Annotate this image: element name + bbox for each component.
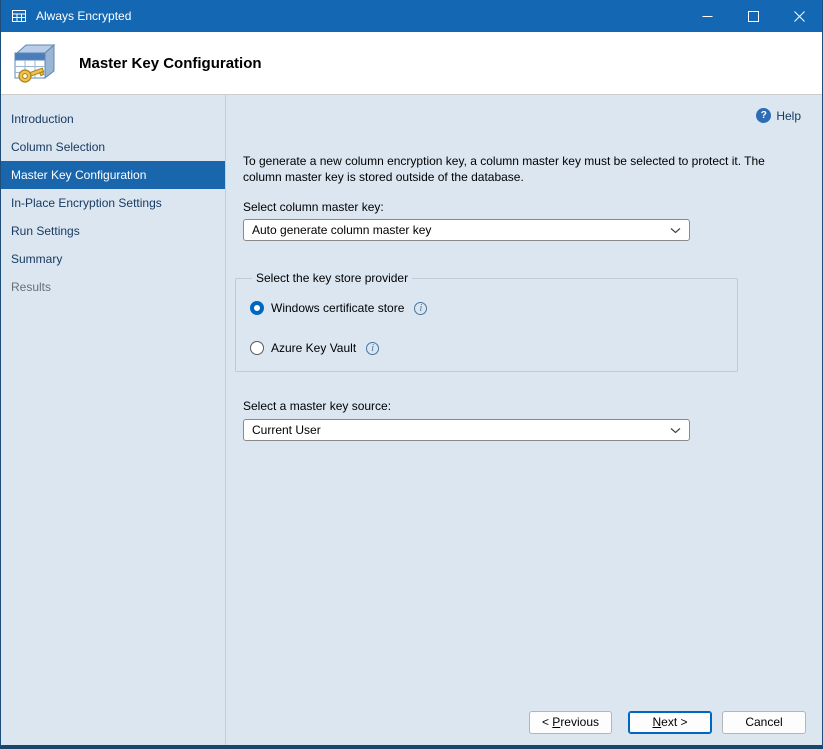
close-icon <box>794 11 805 22</box>
info-icon[interactable]: i <box>414 302 427 315</box>
app-table-icon[interactable] <box>11 8 27 24</box>
minimize-button[interactable] <box>684 0 730 32</box>
sidebar-item-in-place-encryption-settings[interactable]: In-Place Encryption Settings <box>1 189 225 217</box>
wizard-steps-sidebar: Introduction Column Selection Master Key… <box>1 95 226 745</box>
sidebar-item-master-key-configuration[interactable]: Master Key Configuration <box>1 161 225 189</box>
key-store-provider-group: Select the key store provider Windows ce… <box>235 271 738 372</box>
sidebar-item-introduction[interactable]: Introduction <box>1 105 225 133</box>
intro-text: To generate a new column encryption key,… <box>243 153 799 185</box>
next-button[interactable]: Next > <box>628 711 712 734</box>
key-store-provider-group-label: Select the key store provider <box>252 271 412 285</box>
sidebar-item-results: Results <box>1 273 225 301</box>
table-key-icon <box>11 40 57 86</box>
window-title: Always Encrypted <box>36 9 131 23</box>
column-master-key-value: Auto generate column master key <box>252 223 670 237</box>
sidebar-item-run-settings[interactable]: Run Settings <box>1 217 225 245</box>
radio-azure-key-vault[interactable]: Azure Key Vault i <box>250 341 725 355</box>
help-label: Help <box>776 109 801 123</box>
cancel-button[interactable]: Cancel <box>722 711 806 734</box>
chevron-down-icon <box>670 227 681 234</box>
master-key-source-dropdown[interactable]: Current User <box>243 419 690 441</box>
radio-windows-certificate-store[interactable]: Windows certificate store i <box>250 301 725 315</box>
column-master-key-label: Select column master key: <box>243 200 822 214</box>
chevron-down-icon <box>670 427 681 434</box>
maximize-button[interactable] <box>730 0 776 32</box>
master-key-source-value: Current User <box>252 423 670 437</box>
column-master-key-dropdown[interactable]: Auto generate column master key <box>243 219 690 241</box>
help-icon: ? <box>756 108 771 123</box>
radio-unselected-icon <box>250 341 264 355</box>
previous-button[interactable]: < Previous <box>529 711 612 734</box>
titlebar[interactable]: Always Encrypted <box>1 0 822 32</box>
page-title: Master Key Configuration <box>79 55 262 72</box>
azure-key-vault-label: Azure Key Vault <box>271 341 356 355</box>
wizard-header: Master Key Configuration <box>1 32 822 95</box>
sidebar-item-summary[interactable]: Summary <box>1 245 225 273</box>
minimize-icon <box>702 11 713 22</box>
close-button[interactable] <box>776 0 822 32</box>
info-icon[interactable]: i <box>366 342 379 355</box>
maximize-icon <box>748 11 759 22</box>
sidebar-item-column-selection[interactable]: Column Selection <box>1 133 225 161</box>
always-encrypted-wizard-window: Always Encrypted <box>0 0 823 749</box>
windows-certificate-store-label: Windows certificate store <box>271 301 404 315</box>
help-link[interactable]: ? Help <box>226 108 801 123</box>
wizard-footer: < Previous Next > Cancel <box>226 699 822 745</box>
master-key-source-label: Select a master key source: <box>243 399 822 413</box>
master-key-configuration-panel: ? Help To generate a new column encrypti… <box>226 95 822 699</box>
radio-selected-icon <box>250 301 264 315</box>
